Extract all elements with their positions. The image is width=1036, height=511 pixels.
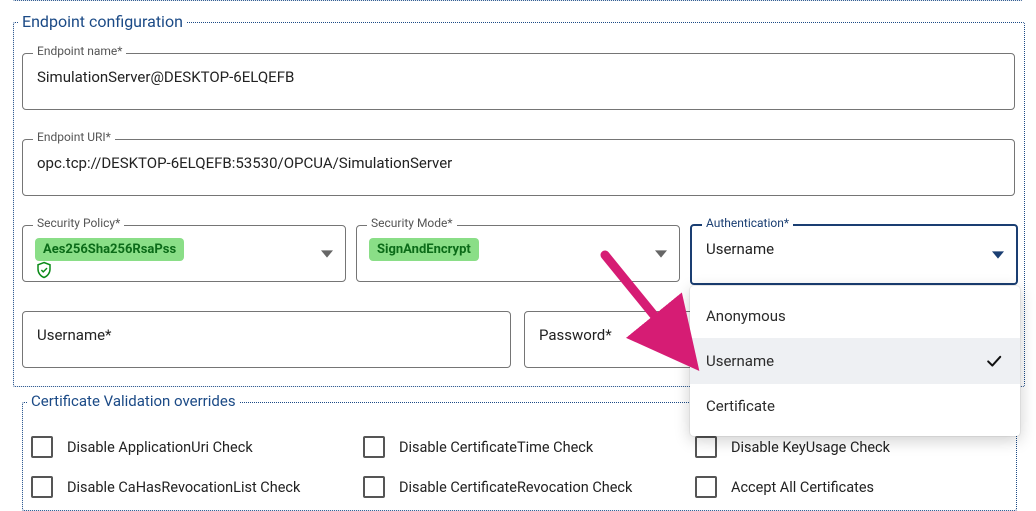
cert-check-label: Disable CertificateRevocation Check xyxy=(399,479,632,496)
annotation-arrow-icon xyxy=(590,245,710,385)
cert-check-3[interactable]: Disable CaHasRevocationList Check xyxy=(31,476,300,498)
authentication-value: Username xyxy=(692,226,1016,272)
cert-check-2[interactable]: Disable KeyUsage Check xyxy=(695,436,890,458)
username-field[interactable]: Username* xyxy=(22,311,511,368)
checkbox-icon[interactable] xyxy=(695,476,717,498)
cert-check-label: Accept All Certificates xyxy=(731,479,874,496)
cert-check-label: Disable CaHasRevocationList Check xyxy=(67,479,300,496)
checkbox-icon[interactable] xyxy=(695,436,717,458)
cert-check-4[interactable]: Disable CertificateRevocation Check xyxy=(363,476,632,498)
checkmark-icon xyxy=(984,351,1004,371)
cert-check-5[interactable]: Accept All Certificates xyxy=(695,476,874,498)
cert-check-0[interactable]: Disable ApplicationUri Check xyxy=(31,436,253,458)
checkbox-icon[interactable] xyxy=(31,436,53,458)
endpoint-uri-field[interactable]: Endpoint URI* opc.tcp://DESKTOP-6ELQEFB:… xyxy=(22,139,1015,196)
authentication-label: Authentication* xyxy=(702,217,793,229)
caret-down-icon xyxy=(992,249,1004,261)
security-policy-select[interactable]: Security Policy* Aes256Sha256RsaPss xyxy=(22,225,346,282)
endpoint-name-label: Endpoint name* xyxy=(33,45,126,57)
shield-icon xyxy=(35,261,305,279)
auth-option-2[interactable]: Certificate xyxy=(690,384,1020,428)
endpoint-name-field[interactable]: Endpoint name* SimulationServer@DESKTOP-… xyxy=(22,53,1015,110)
security-policy-chip: Aes256Sha256RsaPss xyxy=(35,238,184,261)
auth-option-1[interactable]: Username xyxy=(690,338,1020,384)
security-policy-label: Security Policy* xyxy=(33,217,124,229)
security-policy-value: Aes256Sha256RsaPss xyxy=(43,242,176,257)
authentication-select[interactable]: Authentication* Username xyxy=(690,224,1018,285)
endpoint-name-value: SimulationServer@DESKTOP-6ELQEFB xyxy=(23,54,1014,100)
auth-option-0[interactable]: Anonymous xyxy=(690,294,1020,338)
authentication-dropdown[interactable]: Anonymous Username Certificate xyxy=(690,286,1020,436)
caret-down-icon xyxy=(321,248,333,260)
security-mode-label: Security Mode* xyxy=(367,217,457,229)
cert-check-label: Disable CertificateTime Check xyxy=(399,439,593,456)
username-placeholder: Username* xyxy=(23,312,510,358)
cert-check-label: Disable ApplicationUri Check xyxy=(67,439,253,456)
auth-option-label: Anonymous xyxy=(706,307,786,325)
security-mode-chip: SignAndEncrypt xyxy=(369,238,479,261)
section-title: Endpoint configuration xyxy=(18,12,187,31)
cert-check-1[interactable]: Disable CertificateTime Check xyxy=(363,436,593,458)
endpoint-uri-label: Endpoint URI* xyxy=(33,131,115,143)
cert-overrides-title: Certificate Validation overrides xyxy=(27,392,240,410)
endpoint-uri-value: opc.tcp://DESKTOP-6ELQEFB:53530/OPCUA/Si… xyxy=(23,140,1014,186)
security-mode-value: SignAndEncrypt xyxy=(377,242,471,257)
top-dashed-border xyxy=(13,0,1023,1)
checkbox-icon[interactable] xyxy=(31,476,53,498)
checkbox-icon[interactable] xyxy=(363,436,385,458)
auth-option-label: Username xyxy=(706,352,774,370)
auth-option-label: Certificate xyxy=(706,397,775,415)
cert-check-label: Disable KeyUsage Check xyxy=(731,439,890,456)
checkbox-icon[interactable] xyxy=(363,476,385,498)
